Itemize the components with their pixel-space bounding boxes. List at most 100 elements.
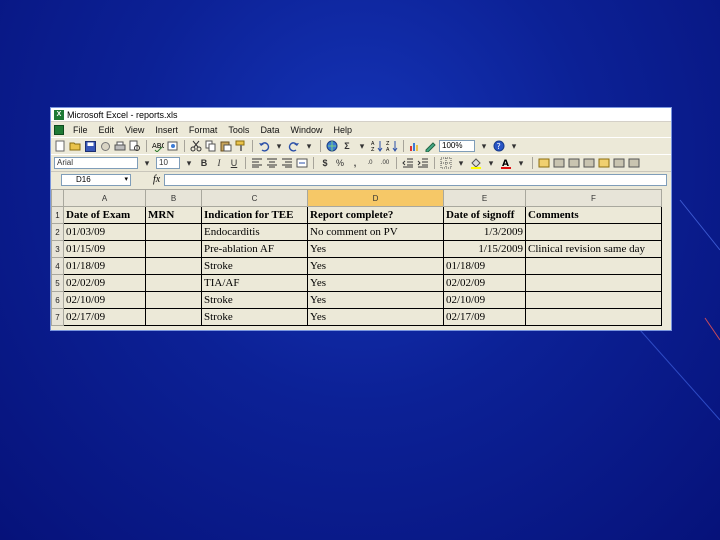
copy-icon[interactable]	[205, 140, 217, 152]
header-cell-date-of-signoff[interactable]: Date of signoff	[443, 206, 526, 224]
chevron-down-icon[interactable]: ▾	[124, 175, 128, 185]
zoom-select[interactable]: 100%	[439, 140, 475, 152]
table-cell[interactable]	[145, 308, 202, 326]
header-cell-comments[interactable]: Comments	[525, 206, 662, 224]
chart-object-icon[interactable]	[628, 157, 640, 169]
autosum-icon[interactable]: Σ	[341, 140, 353, 152]
new-document-icon[interactable]	[54, 140, 66, 152]
chart-wizard-icon[interactable]	[409, 140, 421, 152]
column-header-c[interactable]: C	[201, 189, 308, 207]
row-header[interactable]: 4	[51, 257, 64, 275]
increase-indent-icon[interactable]	[417, 157, 429, 169]
header-cell-indication[interactable]: Indication for TEE	[201, 206, 308, 224]
open-folder-icon[interactable]	[69, 140, 81, 152]
chevron-down-icon[interactable]: ▾	[356, 140, 368, 152]
align-left-icon[interactable]	[251, 157, 263, 169]
borders-icon[interactable]	[440, 157, 452, 169]
merge-center-icon[interactable]	[296, 157, 308, 169]
table-cell[interactable]	[145, 257, 202, 275]
table-cell[interactable]: 1/15/2009	[443, 240, 526, 258]
chevron-down-icon[interactable]: ▾	[478, 140, 490, 152]
table-cell[interactable]: Pre-ablation AF	[201, 240, 308, 258]
header-cell-mrn[interactable]: MRN	[145, 206, 202, 224]
table-cell[interactable]: Stroke	[201, 308, 308, 326]
chart-object-icon[interactable]	[553, 157, 565, 169]
table-cell[interactable]	[145, 223, 202, 241]
hyperlink-icon[interactable]	[326, 140, 338, 152]
drawing-icon[interactable]	[424, 140, 436, 152]
table-cell[interactable]: Yes	[307, 257, 444, 275]
menu-format[interactable]: Format	[189, 125, 218, 135]
redo-icon[interactable]	[288, 140, 300, 152]
row-header[interactable]: 2	[51, 223, 64, 241]
table-cell[interactable]: 02/02/09	[63, 274, 146, 292]
table-cell[interactable]: 02/10/09	[443, 291, 526, 309]
align-center-icon[interactable]	[266, 157, 278, 169]
table-cell[interactable]	[525, 308, 662, 326]
row-header[interactable]: 1	[51, 206, 64, 224]
table-cell[interactable]: Yes	[307, 274, 444, 292]
font-name-select[interactable]: Arial	[54, 157, 138, 169]
column-header-d[interactable]: D	[307, 189, 444, 207]
bold-icon[interactable]: B	[198, 157, 210, 169]
table-cell[interactable]: 02/17/09	[63, 308, 146, 326]
menu-file[interactable]: File	[73, 125, 88, 135]
menu-window[interactable]: Window	[290, 125, 322, 135]
table-cell[interactable]: 01/18/09	[63, 257, 146, 275]
chart-object-icon[interactable]	[568, 157, 580, 169]
row-header[interactable]: 6	[51, 291, 64, 309]
menu-data[interactable]: Data	[260, 125, 279, 135]
currency-icon[interactable]: $	[319, 157, 331, 169]
table-cell[interactable]	[145, 274, 202, 292]
name-box[interactable]: D16 ▾	[61, 173, 131, 186]
sort-ascending-icon[interactable]: AZ	[371, 140, 383, 152]
increase-decimal-icon[interactable]: .0	[364, 157, 376, 169]
column-header-f[interactable]: F	[525, 189, 662, 207]
table-cell[interactable]: Stroke	[201, 291, 308, 309]
table-cell[interactable]: Stroke	[201, 257, 308, 275]
table-cell[interactable]	[145, 291, 202, 309]
menu-help[interactable]: Help	[333, 125, 352, 135]
table-cell[interactable]	[145, 240, 202, 258]
table-cell[interactable]: 01/18/09	[443, 257, 526, 275]
column-header-b[interactable]: B	[145, 189, 202, 207]
header-cell-date-of-exam[interactable]: Date of Exam	[63, 206, 146, 224]
undo-icon[interactable]	[258, 140, 270, 152]
save-icon[interactable]	[84, 140, 96, 152]
chevron-down-icon[interactable]: ▾	[485, 157, 497, 169]
table-cell[interactable]	[525, 223, 662, 241]
chart-object-icon[interactable]	[598, 157, 610, 169]
menu-edit[interactable]: Edit	[99, 125, 115, 135]
row-header[interactable]: 7	[51, 308, 64, 326]
percent-icon[interactable]: %	[334, 157, 346, 169]
column-header-a[interactable]: A	[63, 189, 146, 207]
sort-descending-icon[interactable]: ZA	[386, 140, 398, 152]
workbook-icon[interactable]	[54, 124, 64, 135]
row-header[interactable]: 3	[51, 240, 64, 258]
select-all-corner[interactable]	[51, 189, 64, 207]
permission-icon[interactable]	[99, 140, 111, 152]
function-icon[interactable]: fx	[153, 174, 160, 185]
help-icon[interactable]: ?	[493, 140, 505, 152]
decrease-decimal-icon[interactable]: .00	[379, 157, 391, 169]
chevron-down-icon[interactable]: ▾	[303, 140, 315, 152]
paste-icon[interactable]	[220, 140, 232, 152]
underline-icon[interactable]: U	[228, 157, 240, 169]
print-icon[interactable]	[114, 140, 126, 152]
print-preview-icon[interactable]	[129, 140, 141, 152]
table-cell[interactable]: 02/10/09	[63, 291, 146, 309]
fill-color-icon[interactable]	[470, 157, 482, 169]
table-cell[interactable]: Yes	[307, 308, 444, 326]
row-header[interactable]: 5	[51, 274, 64, 292]
menu-tools[interactable]: Tools	[228, 125, 249, 135]
font-size-select[interactable]: 10	[156, 157, 180, 169]
table-cell[interactable]: 1/3/2009	[443, 223, 526, 241]
chart-object-icon[interactable]	[583, 157, 595, 169]
chevron-down-icon[interactable]: ▾	[515, 157, 527, 169]
decrease-indent-icon[interactable]	[402, 157, 414, 169]
table-cell[interactable]: 02/02/09	[443, 274, 526, 292]
table-cell[interactable]: 01/03/09	[63, 223, 146, 241]
chevron-down-icon[interactable]: ▾	[141, 157, 153, 169]
chevron-down-icon[interactable]: ▾	[273, 140, 285, 152]
chart-object-icon[interactable]	[538, 157, 550, 169]
